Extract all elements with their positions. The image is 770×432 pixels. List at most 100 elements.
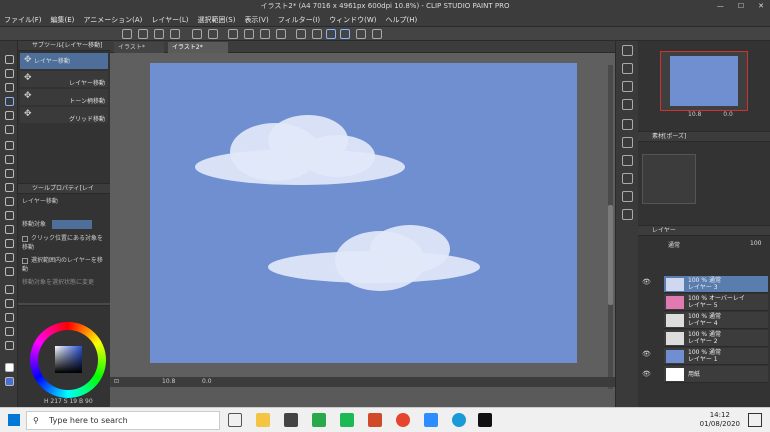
minimize-icon[interactable]: — — [717, 0, 724, 13]
zoom-tool-icon[interactable] — [5, 55, 14, 64]
file-explorer-icon[interactable] — [256, 413, 270, 427]
new-file-icon[interactable] — [122, 29, 132, 39]
snap-special-icon[interactable] — [340, 29, 350, 39]
text-tool-icon[interactable] — [5, 313, 14, 322]
opacity-value[interactable]: 100 — [750, 240, 761, 247]
navigator-rotation[interactable]: 0.0 — [723, 111, 733, 118]
line-app-icon[interactable] — [312, 413, 326, 427]
layer-row-1[interactable]: 100 % 通常 レイヤー 1 — [664, 348, 768, 365]
edge-icon[interactable] — [452, 413, 466, 427]
snap-ruler-icon[interactable] — [326, 29, 336, 39]
brush-tool-icon[interactable] — [5, 169, 14, 178]
eyedropper-tool-icon[interactable] — [5, 125, 14, 134]
canvas-viewport[interactable] — [110, 53, 615, 389]
gradient-tool-icon[interactable] — [5, 253, 14, 262]
spotify-icon[interactable] — [340, 413, 354, 427]
panel-icon[interactable] — [622, 209, 633, 220]
correct-line-tool-icon[interactable] — [5, 341, 14, 350]
menu-animation[interactable]: アニメーション(A) — [83, 15, 142, 25]
menu-filter[interactable]: フィルター(I) — [278, 15, 320, 25]
export-icon[interactable] — [170, 29, 180, 39]
snap-grid-icon[interactable] — [356, 29, 366, 39]
panel-icon[interactable] — [622, 191, 633, 202]
visibility-eye-icon[interactable]: 👁 — [642, 278, 651, 286]
save-icon[interactable] — [154, 29, 164, 39]
eraser-tool-icon[interactable] — [5, 211, 14, 220]
color-wheel[interactable] — [30, 322, 106, 398]
panel-icon[interactable] — [622, 81, 633, 92]
close-icon[interactable] — [622, 119, 633, 130]
close-icon[interactable]: ✕ — [758, 0, 764, 13]
lasso-tool-icon[interactable] — [5, 111, 14, 120]
rotation-value[interactable]: 0.0 — [202, 377, 212, 387]
fill-tool-icon[interactable] — [5, 239, 14, 248]
subtool-item-grid-move[interactable]: ✥ グリッド移動 — [20, 107, 108, 123]
pencil-tool-icon[interactable] — [5, 155, 14, 164]
frame-tool-icon[interactable] — [5, 285, 14, 294]
sub-color-swatch[interactable] — [5, 377, 14, 386]
saturation-value-square[interactable] — [55, 346, 82, 373]
app-icon[interactable] — [284, 413, 298, 427]
tab-illust2[interactable]: イラスト2* — [168, 42, 228, 53]
tab-illust[interactable]: イラスト* — [114, 42, 164, 53]
grid-icon[interactable] — [312, 29, 322, 39]
panel-icon[interactable] — [622, 173, 633, 184]
expand-icon[interactable]: ⊡ — [114, 377, 119, 387]
hand-tool-icon[interactable] — [5, 69, 14, 78]
menu-file[interactable]: ファイル(F) — [4, 15, 42, 25]
blend-mode-select[interactable]: 通常 — [668, 240, 680, 249]
chrome-icon[interactable] — [396, 413, 410, 427]
menu-help[interactable]: ヘルプ(H) — [385, 15, 417, 25]
checkbox[interactable] — [22, 235, 28, 242]
checkbox[interactable] — [22, 257, 28, 264]
menu-window[interactable]: ウィンドウ(W) — [329, 15, 376, 25]
main-color-swatch[interactable] — [5, 363, 14, 372]
pen-tool-icon[interactable] — [5, 141, 14, 150]
settings-icon[interactable] — [244, 29, 254, 39]
navigator-preview[interactable] — [660, 51, 748, 111]
navigator-zoom[interactable]: 10.8 — [688, 111, 701, 118]
panel-icon[interactable] — [622, 99, 633, 110]
taskbar-search-input[interactable]: ⚲ Type here to search — [26, 411, 220, 430]
layer-row-4[interactable]: 100 % 通常 レイヤー 4 — [664, 312, 768, 329]
undo-icon[interactable] — [192, 29, 202, 39]
vertical-scrollbar[interactable] — [608, 65, 613, 389]
windows-start-icon[interactable] — [8, 414, 20, 426]
visibility-eye-icon[interactable]: 👁 — [642, 370, 651, 378]
visibility-eye-icon[interactable]: 👁 — [642, 350, 651, 358]
redo-icon[interactable] — [208, 29, 218, 39]
layer-row-2[interactable]: 100 % 通常 レイヤー 2 — [664, 330, 768, 347]
app-icon[interactable] — [368, 413, 382, 427]
panel-icon[interactable] — [622, 137, 633, 148]
open-icon[interactable] — [138, 29, 148, 39]
menu-selection[interactable]: 選択範囲(S) — [198, 15, 236, 25]
layer-row-3[interactable]: 100 % 通常 レイヤー 3 — [664, 276, 768, 293]
blend-tool-icon[interactable] — [5, 225, 14, 234]
netflix-icon[interactable] — [478, 413, 492, 427]
airbrush-tool-icon[interactable] — [5, 183, 14, 192]
layer-row-5[interactable]: 100 % オーバーレイ レイヤー 5 — [664, 294, 768, 311]
balloon-tool-icon[interactable] — [5, 327, 14, 336]
subtool-item-tone-move[interactable]: ✥ トーン柄移動 — [20, 89, 108, 105]
menu-layer[interactable]: レイヤー(L) — [151, 15, 188, 25]
share-icon[interactable] — [372, 29, 382, 39]
menu-edit[interactable]: 編集(E) — [51, 15, 75, 25]
ruler-tool-icon[interactable] — [5, 299, 14, 308]
material-preview[interactable] — [642, 154, 696, 204]
operation-tool-icon[interactable] — [5, 83, 14, 92]
subtool-item-layer-move-selected[interactable]: ✥ レイヤー移動 — [20, 53, 108, 69]
select-icon[interactable] — [228, 29, 238, 39]
clear-icon[interactable] — [276, 29, 286, 39]
zoom-value[interactable]: 10.8 — [162, 377, 175, 387]
notification-icon[interactable] — [748, 413, 762, 427]
figure-tool-icon[interactable] — [5, 267, 14, 276]
maximize-icon[interactable]: ☐ — [738, 0, 744, 13]
move-target-selector[interactable] — [51, 220, 92, 229]
fill-icon[interactable] — [260, 29, 270, 39]
task-view-icon[interactable] — [228, 413, 242, 427]
panel-icon[interactable] — [622, 63, 633, 74]
layer-row-paper[interactable]: 用紙 — [664, 366, 768, 383]
canvas[interactable] — [150, 63, 577, 363]
zoom-app-icon[interactable] — [424, 413, 438, 427]
subtool-item-layer-move[interactable]: ✥ レイヤー移動 — [20, 71, 108, 87]
